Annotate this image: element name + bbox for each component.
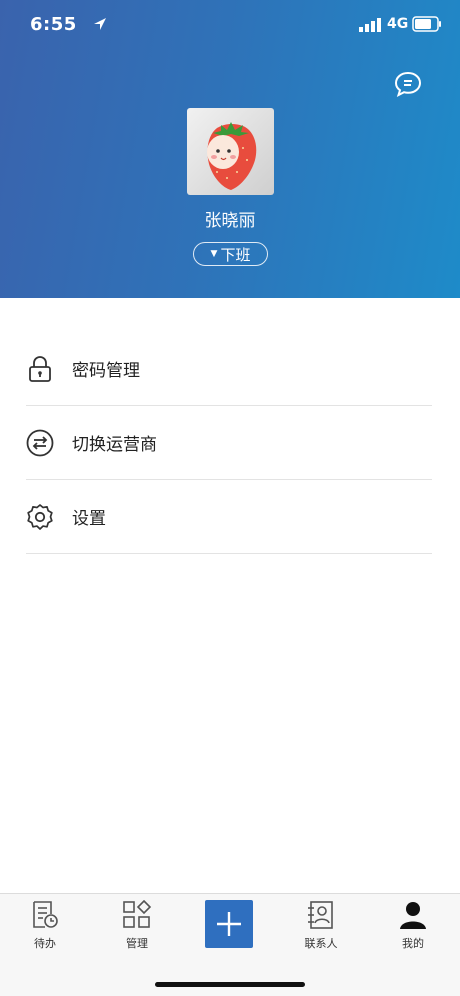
caret-down-icon: ▼ <box>210 249 218 259</box>
status-time: 6:55 <box>30 14 77 35</box>
settings-menu: 密码管理 切换运营商 设置 <box>26 332 432 554</box>
menu-item-password[interactable]: 密码管理 <box>26 332 432 406</box>
network-type: 4G <box>387 16 409 32</box>
contacts-icon <box>308 901 333 929</box>
location-arrow-icon <box>94 18 106 30</box>
tab-contacts[interactable]: 联系人 <box>291 900 351 956</box>
message-icon[interactable] <box>394 71 422 97</box>
plus-icon <box>217 912 241 936</box>
manage-icon <box>123 900 152 928</box>
profile-icon <box>400 902 426 929</box>
gear-icon <box>26 503 54 531</box>
menu-item-switch-operator[interactable]: 切换运营商 <box>26 406 432 480</box>
tab-label: 我的 <box>402 937 424 950</box>
swap-icon <box>26 429 54 457</box>
tab-label: 管理 <box>126 937 148 950</box>
home-indicator <box>155 982 305 987</box>
user-name: 张晓丽 <box>204 211 256 231</box>
tab-label: 待办 <box>34 937 56 950</box>
profile-header: 6:55 4G 张晓丽 ▼ 下班 <box>0 0 460 298</box>
menu-item-label: 密码管理 <box>72 361 140 381</box>
work-status-label: 下班 <box>220 245 251 264</box>
work-status-button[interactable]: ▼ 下班 <box>193 242 268 266</box>
bottom-tab-bar: 待办 管理 联系人 我的 <box>0 893 460 996</box>
avatar[interactable] <box>187 108 274 195</box>
strawberry-avatar-icon <box>207 122 257 190</box>
tab-label: 联系人 <box>304 937 338 950</box>
tab-profile[interactable]: 我的 <box>383 900 443 956</box>
battery-icon <box>412 16 441 32</box>
cellular-signal-icon <box>359 18 381 32</box>
lock-icon <box>26 355 54 383</box>
menu-item-settings[interactable]: 设置 <box>26 480 432 554</box>
add-button[interactable] <box>205 900 253 948</box>
tab-manage[interactable]: 管理 <box>107 900 167 956</box>
todo-icon <box>33 901 58 928</box>
tab-todo[interactable]: 待办 <box>15 900 75 956</box>
status-bar: 6:55 4G <box>0 0 460 50</box>
menu-item-label: 切换运营商 <box>72 435 157 455</box>
menu-item-label: 设置 <box>72 509 106 529</box>
